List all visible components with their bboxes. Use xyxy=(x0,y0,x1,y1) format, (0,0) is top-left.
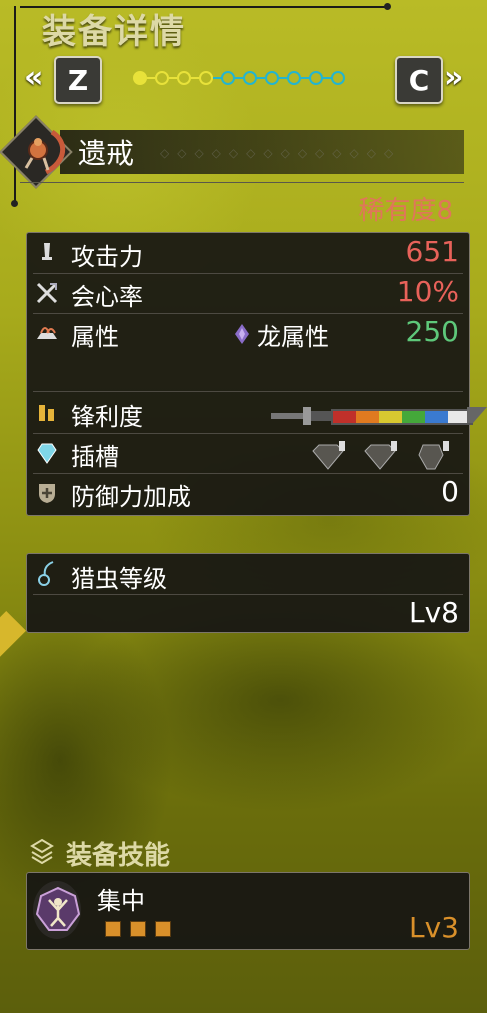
sharpness-tip-icon xyxy=(467,407,487,423)
sharpness-segment xyxy=(379,411,402,423)
page-indicator-connector xyxy=(323,77,331,79)
attack-label: 攻击力 xyxy=(71,243,143,271)
row-separator xyxy=(33,433,463,434)
page-indicator-dot xyxy=(265,71,279,85)
page-indicator-connector xyxy=(191,77,199,79)
element-row: 属性 龙属性 250 xyxy=(27,315,469,353)
decoration-gem-icon xyxy=(37,443,57,464)
side-arrow-indicator xyxy=(0,610,27,660)
row-separator xyxy=(33,594,463,595)
kinsect-icon xyxy=(38,561,54,586)
page-indicator xyxy=(133,70,363,90)
kinsect-label: 猎虫等级 xyxy=(71,565,167,593)
skill-name: 集中 xyxy=(97,887,145,915)
page-indicator-dot xyxy=(243,71,257,85)
page-indicator-dot xyxy=(199,71,213,85)
skill-level-pip xyxy=(155,921,171,937)
page-indicator-dot xyxy=(155,71,169,85)
skill-item[interactable]: 集中 Lv3 xyxy=(26,872,470,950)
sharpness-icon xyxy=(39,405,54,421)
page-indicator-connector xyxy=(147,77,155,79)
insect-glaive-icon xyxy=(24,129,65,175)
frame-corner-dot xyxy=(384,3,391,10)
divider-line xyxy=(20,182,464,183)
sharpness-segment xyxy=(356,411,379,423)
element-label: 属性 xyxy=(71,323,119,351)
skills-section-title: 装备技能 xyxy=(66,841,171,871)
affinity-icon xyxy=(36,282,58,304)
page-indicator-dot xyxy=(177,71,191,85)
page-title: 装备详情 xyxy=(42,12,186,52)
focus-skill-icon xyxy=(35,886,81,931)
page-indicator-connector xyxy=(169,77,177,79)
slots-row: 插槽 xyxy=(27,435,469,473)
element-icon xyxy=(37,327,57,339)
skill-level: Lv3 xyxy=(409,911,459,944)
row-separator xyxy=(33,313,463,314)
defense-label: 防御力加成 xyxy=(71,483,191,511)
shield-icon xyxy=(39,484,55,503)
sharpness-gauge xyxy=(331,409,473,425)
page-indicator-dot xyxy=(331,71,345,85)
kinsect-panel: 猎虫等级 Lv8 xyxy=(26,553,470,633)
defense-value: 0 xyxy=(441,475,459,508)
sharpness-row: 锋利度 xyxy=(27,395,487,433)
skill-level-pip xyxy=(105,921,121,937)
rarity-label: 稀有度8 xyxy=(358,196,453,226)
next-weapon-button[interactable]: C xyxy=(395,56,443,104)
affinity-value: 10% xyxy=(396,275,459,308)
skill-level-pips xyxy=(105,921,180,941)
kinsect-level: Lv8 xyxy=(409,596,459,629)
page-indicator-connector xyxy=(235,77,243,79)
affinity-label: 会心率 xyxy=(71,283,143,311)
page-indicator-connector xyxy=(279,77,287,79)
page-indicator-dot xyxy=(133,71,147,85)
sharpness-segment xyxy=(402,411,425,423)
defense-row: 防御力加成 0 xyxy=(27,475,469,513)
empty-slot-icon[interactable] xyxy=(309,441,347,471)
prev-weapon-button[interactable]: Z xyxy=(54,56,102,104)
sharpness-segment xyxy=(425,411,448,423)
frame-corner-dot xyxy=(11,200,18,207)
page-indicator-dot xyxy=(287,71,301,85)
row-separator xyxy=(33,473,463,474)
sharpness-blade-hilt-icon xyxy=(271,407,333,425)
dragon-element-icon xyxy=(235,324,249,344)
page-indicator-connector xyxy=(301,77,309,79)
page-indicator-dot xyxy=(309,71,323,85)
chevron-left-icon[interactable]: « xyxy=(24,60,43,95)
row-separator xyxy=(33,391,463,392)
empty-slot-icon[interactable] xyxy=(361,441,399,471)
slots-label: 插槽 xyxy=(71,443,119,471)
affinity-row: 会心率 10% xyxy=(27,275,469,313)
row-separator xyxy=(33,273,463,274)
skill-layers-icon xyxy=(30,838,54,864)
sharpness-segment xyxy=(333,411,356,423)
chevron-right-icon[interactable]: » xyxy=(444,60,463,95)
page-indicator-dot xyxy=(221,71,235,85)
element-name: 龙属性 xyxy=(257,323,329,351)
element-value: 250 xyxy=(405,315,459,348)
skill-level-pip xyxy=(130,921,146,937)
weapon-name: 遗戒 xyxy=(78,137,135,170)
attack-icon xyxy=(42,243,52,260)
stats-panel: 攻击力 651 会心率 10% 属性 龙属性 250 锋利度 插槽 防御力加成 … xyxy=(26,232,487,516)
attack-row: 攻击力 651 xyxy=(27,235,469,273)
attack-value: 651 xyxy=(405,235,459,268)
decorative-diamond-pattern: ◇◇◇◇◇◇◇◇◇◇◇◇◇◇ xyxy=(160,146,402,160)
empty-slot-icon[interactable] xyxy=(413,441,451,471)
sharpness-label: 锋利度 xyxy=(71,403,143,431)
page-indicator-connector xyxy=(213,77,221,79)
page-indicator-connector xyxy=(257,77,265,79)
